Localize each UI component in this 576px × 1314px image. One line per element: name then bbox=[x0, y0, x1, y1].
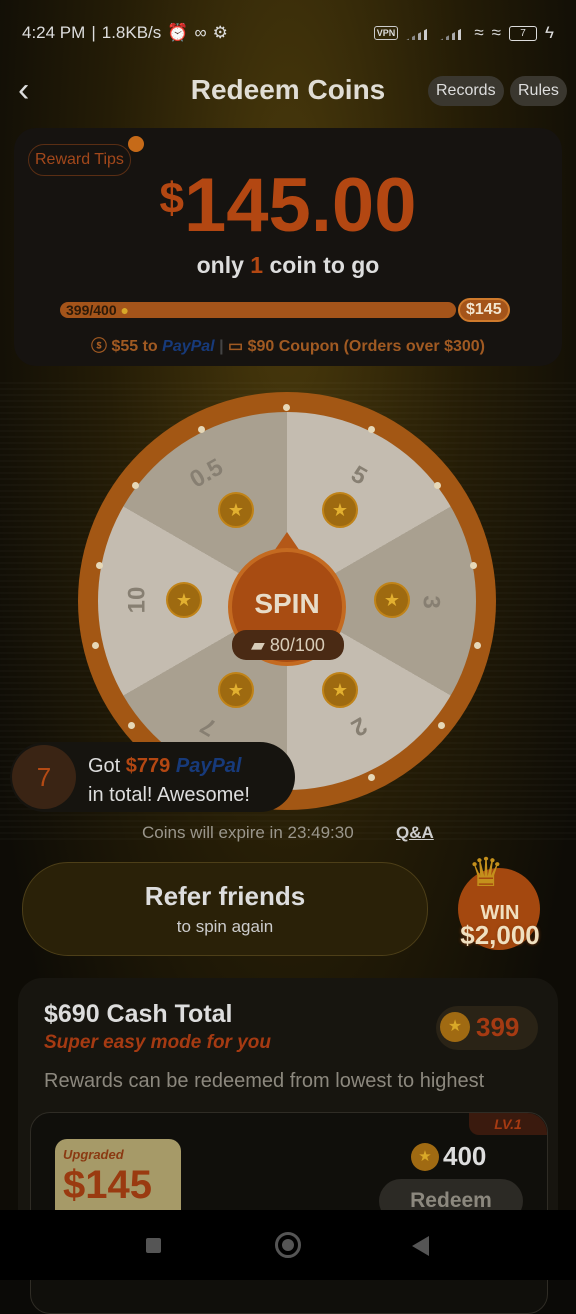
status-time: 4:24 PM bbox=[22, 23, 86, 42]
wheel-light bbox=[368, 426, 375, 433]
charging-icon: ϟ bbox=[545, 23, 554, 42]
wheel-label: 3 bbox=[417, 595, 445, 609]
wheel-light bbox=[198, 426, 205, 433]
win-prize-badge[interactable]: ♛ WIN $2,000 bbox=[448, 850, 552, 954]
system-nav-bar bbox=[0, 1210, 576, 1280]
coin-icon: ● bbox=[120, 302, 129, 318]
progress-bar: 399/400 ● bbox=[60, 302, 456, 318]
rules-button[interactable]: Rules bbox=[510, 76, 567, 106]
vpn-badge: VPN bbox=[373, 26, 399, 40]
coin-icon: ★ bbox=[322, 492, 358, 528]
notification-dot bbox=[128, 136, 144, 152]
qa-link[interactable]: Q&A bbox=[396, 823, 434, 843]
signal-icon bbox=[406, 26, 433, 40]
coin-icon: ★ bbox=[166, 582, 202, 618]
ticket-icon: ▰ bbox=[251, 635, 265, 655]
dollar-coin-icon: ⓢ bbox=[90, 338, 107, 355]
tier-cost: 400 bbox=[443, 1141, 487, 1171]
spins-remaining: ▰ 80/100 bbox=[232, 630, 344, 660]
coupon-icon: ▭ bbox=[228, 338, 244, 355]
goal-badge: $145 bbox=[458, 298, 510, 322]
status-speed: 1.8KB/s bbox=[101, 23, 162, 42]
coins-to-go: only 1 coin to go bbox=[196, 252, 380, 278]
signal-2-icon bbox=[440, 26, 467, 40]
wifi-2-icon: ≈ bbox=[491, 23, 501, 42]
status-bar: 4:24 PM | 1.8KB/s ⏰ ∞ ⚙ VPN ≈ ≈ 7 ϟ bbox=[22, 23, 554, 42]
redeem-note: Rewards can be redeemed from lowest to h… bbox=[44, 1070, 485, 1092]
infinity-icon: ∞ bbox=[194, 23, 207, 42]
wheel-light bbox=[434, 482, 441, 489]
nav-back-icon[interactable] bbox=[412, 1236, 429, 1256]
wheel-light bbox=[474, 642, 481, 649]
wheel-light bbox=[470, 562, 477, 569]
reward-amount: $145.00 bbox=[159, 163, 417, 248]
wheel-light bbox=[283, 404, 290, 411]
gear-icon: ⚙ bbox=[212, 23, 228, 42]
wheel-light bbox=[368, 774, 375, 781]
coin-balance: ★ 399 bbox=[436, 1006, 538, 1050]
wheel-light bbox=[96, 562, 103, 569]
refer-friends-button[interactable]: Refer friends to spin again bbox=[22, 862, 428, 956]
coin-icon: ★ bbox=[411, 1143, 439, 1171]
records-button[interactable]: Records bbox=[428, 76, 504, 106]
reward-card: Reward Tips $145.00 only 1 coin to go 39… bbox=[14, 128, 562, 366]
coin-icon: ★ bbox=[218, 672, 254, 708]
crown-icon: ♛ bbox=[468, 851, 504, 895]
wheel-light bbox=[438, 722, 445, 729]
recents-icon[interactable] bbox=[146, 1238, 161, 1253]
wheel-label: 10 bbox=[123, 586, 151, 614]
wifi-icon: ≈ bbox=[474, 23, 484, 42]
level-badge: LV.1 bbox=[469, 1113, 547, 1135]
wheel-light bbox=[92, 642, 99, 649]
cash-title: $690 Cash Total bbox=[44, 1000, 233, 1028]
coin-icon: ★ bbox=[440, 1012, 470, 1042]
avatar: 7 bbox=[12, 745, 76, 809]
wheel-light bbox=[132, 482, 139, 489]
wheel-light bbox=[128, 722, 135, 729]
reward-breakdown: ⓢ $55 to PayPal | ▭ $90 Coupon (Orders o… bbox=[90, 338, 485, 355]
home-icon[interactable] bbox=[275, 1232, 301, 1258]
battery-icon: 7 bbox=[509, 25, 537, 41]
cash-subtitle: Super easy mode for you bbox=[44, 1032, 272, 1053]
expire-timer: Coins will expire in 23:49:30 bbox=[142, 823, 354, 842]
coin-icon: ★ bbox=[374, 582, 410, 618]
coin-icon: ★ bbox=[322, 672, 358, 708]
winner-toast: 7 Got $779 PayPal in total! Awesome! bbox=[10, 742, 295, 812]
coin-icon: ★ bbox=[218, 492, 254, 528]
alarm-icon: ⏰ bbox=[167, 23, 189, 42]
header: ‹ Redeem Coins Records Rules bbox=[0, 66, 576, 116]
